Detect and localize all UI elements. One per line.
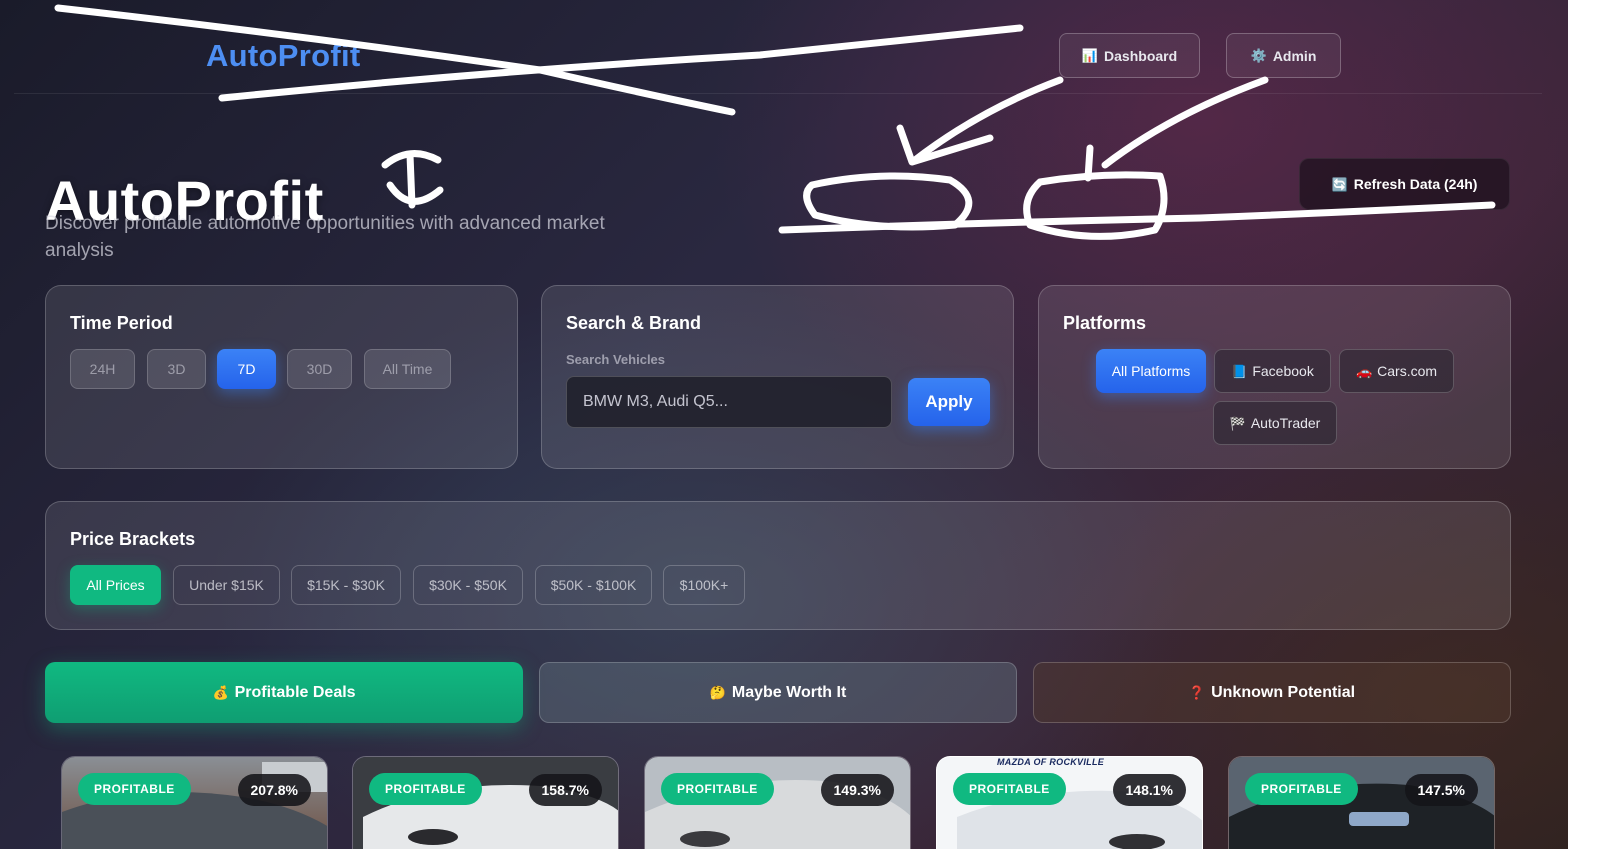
vehicle-card[interactable]: PROFITABLE 158.7% [352,756,619,856]
price-option-15k-30k[interactable]: $15K - $30K [291,565,401,605]
platform-facebook[interactable]: 📘 Facebook [1214,349,1331,393]
car-icon: 🚗 [1355,363,1373,379]
page-subtitle: Discover profitable automotive opportuni… [45,213,605,261]
time-option-all-time[interactable]: All Time [364,349,451,389]
price-option-50k-100k[interactable]: $50K - $100K [535,565,652,605]
profit-percent: 148.1% [1112,774,1186,806]
tab-maybe-worth-it[interactable]: 🤔 Maybe Worth It [539,662,1017,723]
dealer-banner: MAZDA OF ROCKVILLE [997,757,1105,767]
platform-autotrader[interactable]: 🏁 AutoTrader [1213,401,1337,445]
profit-percent: 149.3% [820,774,894,806]
price-option-100k-plus[interactable]: $100K+ [663,565,745,605]
profitable-badge: PROFITABLE [661,773,774,805]
platform-cars-com-label: Cars.com [1377,363,1438,379]
screen-edge-bottom [0,849,1598,865]
platform-all[interactable]: All Platforms [1096,349,1206,393]
platform-cars-com[interactable]: 🚗 Cars.com [1339,349,1454,393]
time-period-panel: Time Period 24H 3D 7D 30D All Time [45,285,518,469]
profit-percent: 207.8% [237,774,311,806]
car-photo [353,757,618,855]
car-photo [62,757,327,855]
apply-button[interactable]: Apply [908,378,990,426]
profitable-badge: PROFITABLE [953,773,1066,805]
search-label: Search Vehicles [566,352,666,367]
search-panel: Search & Brand Search Vehicles Apply [541,285,1014,469]
tab-unknown-potential-label: Unknown Potential [1211,683,1356,701]
refresh-icon: 🔄 [1331,176,1348,192]
time-period-title: Time Period [70,313,173,333]
admin-label: Admin [1272,47,1317,64]
price-option-30k-50k[interactable]: $30K - $50K [413,565,523,605]
profitable-badge: PROFITABLE [78,773,191,805]
tab-maybe-worth-it-label: Maybe Worth It [731,683,847,701]
platforms-title: Platforms [1063,313,1147,333]
price-brackets-title: Price Brackets [70,529,196,549]
refresh-data-button[interactable]: 🔄 Refresh Data (24h) [1299,158,1510,210]
vehicle-card[interactable]: PROFITABLE 147.5% [1228,756,1495,856]
vehicle-card[interactable]: MAZDA OF ROCKVILLE PROFITABLE 148.1% [936,756,1203,856]
tab-profitable-deals-label: Profitable Deals [234,683,356,701]
time-option-30d[interactable]: 30D [287,349,352,389]
price-brackets-panel: Price Brackets All Prices Under $15K $15… [45,501,1511,630]
money-bag-icon: 💰 [212,685,229,700]
time-option-7d[interactable]: 7D [217,349,276,389]
time-option-24h[interactable]: 24H [70,349,135,389]
nav-logo[interactable]: AutoProfit [206,38,361,74]
profit-percent: 147.5% [1404,774,1478,806]
refresh-label: Refresh Data (24h) [1353,176,1478,192]
book-icon: 📘 [1231,363,1248,379]
vehicle-card[interactable]: PROFITABLE 207.8% [61,756,328,856]
dashboard-button[interactable]: 📊 Dashboard [1059,33,1200,78]
question-mark-icon: ❓ [1188,685,1206,700]
platforms-panel: Platforms All Platforms 📘 Facebook 🚗 Car… [1038,285,1511,469]
car-photo [937,757,1202,855]
navbar: AutoProfit 📊 Dashboard ⚙️ Admin [14,14,1542,94]
gear-icon: ⚙️ [1250,48,1267,63]
price-option-all[interactable]: All Prices [70,565,161,605]
search-input[interactable] [566,376,892,428]
tab-profitable-deals[interactable]: 💰 Profitable Deals [45,662,523,723]
screen-edge-right [1568,0,1598,865]
vehicle-card[interactable]: PROFITABLE 149.3% [644,756,911,856]
dashboard-label: Dashboard [1104,47,1178,64]
bar-chart-icon: 📊 [1081,48,1099,63]
platform-facebook-label: Facebook [1252,363,1314,379]
profitable-badge: PROFITABLE [1245,773,1358,805]
tab-unknown-potential[interactable]: ❓ Unknown Potential [1033,662,1511,723]
car-photo [1229,757,1494,855]
thinking-face-icon: 🤔 [709,685,726,700]
price-option-under-15k[interactable]: Under $15K [173,565,280,605]
time-option-3d[interactable]: 3D [147,349,206,389]
profitable-badge: PROFITABLE [369,773,482,805]
admin-button[interactable]: ⚙️ Admin [1226,33,1341,78]
profit-percent: 158.7% [528,774,602,806]
platform-autotrader-label: AutoTrader [1250,415,1321,431]
search-title: Search & Brand [566,313,702,333]
car-photo [645,757,910,855]
checkered-flag-icon: 🏁 [1229,415,1246,431]
